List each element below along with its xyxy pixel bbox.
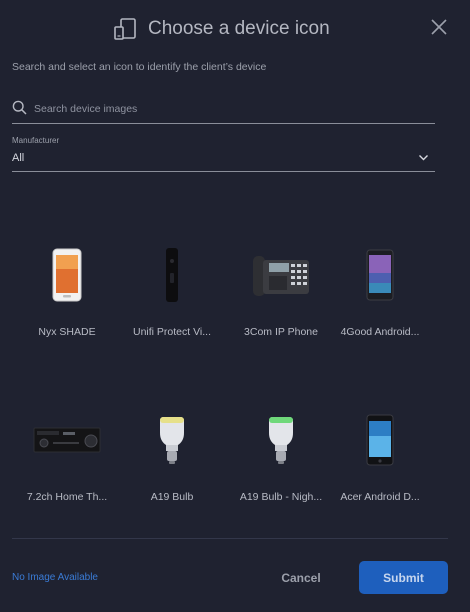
device-image — [117, 405, 227, 475]
submit-button[interactable]: Submit — [359, 561, 448, 594]
title-wrap: Choose a device icon — [112, 14, 330, 44]
device-image — [325, 240, 435, 310]
device-label: A19 Bulb - Nigh... — [239, 491, 323, 503]
device-label: 4Good Android... — [340, 326, 420, 338]
footer-divider — [12, 538, 448, 539]
device-label: Nyx SHADE — [38, 326, 96, 338]
manufacturer-value: All — [12, 152, 25, 164]
device-icon-dialog: Choose a device icon Search and select a… — [0, 0, 470, 612]
device-label: 7.2ch Home Th... — [26, 491, 108, 503]
dialog-subtitle: Search and select an icon to identify th… — [12, 61, 267, 73]
dialog-title: Choose a device icon — [148, 18, 330, 39]
cancel-button[interactable]: Cancel — [272, 562, 330, 594]
device-image — [226, 240, 336, 310]
phone-white-icon — [52, 248, 82, 302]
device-image — [226, 405, 336, 475]
device-tile[interactable]: Acer Android D... — [325, 405, 435, 515]
search-icon — [12, 100, 27, 115]
device-tile[interactable]: 4Good Android... — [325, 240, 435, 350]
android-phone-icon — [366, 249, 394, 301]
dialog-header: Choose a device icon — [0, 14, 470, 44]
device-label: Unifi Protect Vi... — [132, 326, 211, 338]
manufacturer-label: Manufacturer — [12, 136, 60, 145]
bulb-green-icon — [269, 417, 293, 464]
search-input[interactable] — [34, 98, 424, 120]
device-image — [12, 405, 122, 475]
doorbell-camera-icon — [166, 248, 178, 302]
device-tile[interactable]: Unifi Protect Vi... — [117, 240, 227, 350]
chevron-down-icon — [419, 155, 428, 161]
devices-icon — [114, 18, 136, 40]
close-icon[interactable] — [430, 18, 448, 36]
device-tile[interactable]: 7.2ch Home Th... — [12, 405, 122, 515]
device-tile[interactable]: A19 Bulb — [117, 405, 227, 515]
device-image — [117, 240, 227, 310]
bulb-yellow-icon — [160, 417, 184, 464]
device-image — [12, 240, 122, 310]
device-tile[interactable]: 3Com IP Phone — [226, 240, 336, 350]
device-image — [325, 405, 435, 475]
desk-phone-icon — [253, 256, 309, 296]
device-label: A19 Bulb — [150, 491, 194, 503]
device-label: 3Com IP Phone — [244, 326, 318, 338]
search-field — [12, 96, 435, 124]
av-receiver-icon — [33, 427, 101, 453]
acer-phone-icon — [366, 414, 394, 466]
no-image-available-link[interactable]: No Image Available — [12, 572, 98, 583]
device-label: Acer Android D... — [340, 491, 420, 503]
device-tile[interactable]: Nyx SHADE — [12, 240, 122, 350]
manufacturer-select[interactable]: Manufacturer All — [12, 136, 435, 172]
device-tile[interactable]: A19 Bulb - Nigh... — [226, 405, 336, 515]
